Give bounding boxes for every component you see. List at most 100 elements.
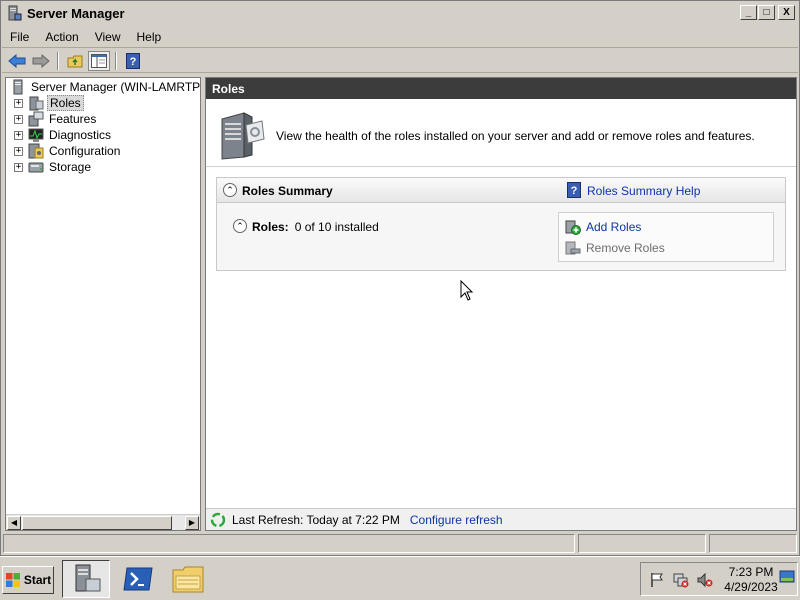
taskbar-explorer-button[interactable]: [164, 560, 212, 598]
status-cell-2: [578, 534, 706, 553]
menu-file[interactable]: File: [2, 30, 37, 44]
add-roles-icon: [565, 220, 581, 235]
add-roles-label: Add Roles: [586, 220, 642, 234]
taskbar: Start 7:23 PM 4/29/2023: [0, 556, 800, 600]
notification-area: 7:23 PM 4/29/2023: [640, 562, 798, 596]
server-icon: [13, 79, 23, 95]
storage-icon: [28, 162, 44, 173]
powershell-icon: [123, 567, 153, 591]
roles-summary-section: ⌃ Roles Summary ? Roles Summary Help ⌃ R…: [216, 177, 786, 271]
roles-count: 0 of 10 installed: [294, 220, 379, 234]
forward-arrow-icon: [32, 53, 50, 68]
console-tree[interactable]: Server Manager (WIN-LAMRTP9J7 + Roles + …: [5, 77, 201, 531]
last-refresh-text: Last Refresh: Today at 7:22 PM: [232, 512, 400, 527]
show-hide-tree-icon: [91, 53, 107, 68]
expand-roles-toggle[interactable]: +: [14, 98, 23, 108]
taskbar-server-manager-button[interactable]: [62, 560, 110, 598]
tree-item-configuration[interactable]: + Configuration: [14, 143, 122, 159]
tree-item-diagnostics[interactable]: + Diagnostics: [14, 127, 113, 143]
back-arrow-icon: [8, 53, 26, 68]
system-clock[interactable]: 7:23 PM 4/29/2023: [723, 565, 779, 595]
menu-action[interactable]: Action: [37, 30, 86, 44]
server-manager-taskbar-icon: [75, 564, 101, 592]
roles-intro: View the health of the roles installed o…: [206, 99, 796, 167]
clock-date: 4/29/2023: [724, 580, 778, 594]
expand-features-toggle[interactable]: +: [14, 114, 23, 124]
diagnostics-icon: [28, 128, 44, 142]
roles-summary-help-link[interactable]: Roles Summary Help: [587, 184, 700, 198]
roles-details-pane: Roles View the health of the roles insta…: [205, 77, 797, 531]
start-button[interactable]: Start: [2, 566, 54, 594]
roles-installed-status: Roles: 0 of 10 installed: [252, 220, 379, 234]
features-icon: [28, 111, 44, 127]
start-label: Start: [23, 573, 52, 587]
svg-text:?: ?: [571, 185, 578, 197]
close-button[interactable]: X: [778, 5, 795, 20]
configuration-icon: [28, 143, 44, 159]
refresh-status-bar: Last Refresh: Today at 7:22 PM Configure…: [206, 508, 796, 530]
collapse-roles-summary-button[interactable]: ⌃: [223, 183, 237, 197]
expand-storage-toggle[interactable]: +: [14, 162, 23, 172]
status-bar: [3, 534, 799, 553]
toolbar: ?: [2, 49, 798, 73]
collapse-roles-button[interactable]: ⌃: [233, 219, 247, 233]
show-desktop-icon[interactable]: [779, 569, 795, 585]
tree-horizontal-scrollbar[interactable]: ◀ ▶: [6, 514, 200, 530]
configure-refresh-link[interactable]: Configure refresh: [410, 513, 503, 527]
tree-item-features-label: Features: [49, 112, 97, 126]
minimize-button[interactable]: _: [740, 5, 757, 20]
content-header: Roles: [206, 78, 796, 99]
roles-summary-header[interactable]: ⌃ Roles Summary ? Roles Summary Help: [217, 178, 785, 203]
scroll-thumb[interactable]: [22, 516, 172, 530]
scroll-left-button[interactable]: ◀: [7, 516, 21, 530]
maximize-button[interactable]: □: [758, 5, 775, 20]
tree-item-diagnostics-label: Diagnostics: [49, 128, 112, 142]
volume-muted-icon[interactable]: [697, 572, 713, 588]
up-one-level-button[interactable]: [64, 51, 86, 71]
mouse-cursor-icon: [460, 280, 474, 301]
back-button[interactable]: [6, 51, 28, 71]
roles-label: Roles:: [252, 220, 289, 234]
taskbar-powershell-button[interactable]: [114, 560, 162, 598]
tree-root-label: Server Manager (WIN-LAMRTP9J7: [31, 80, 201, 94]
server-manager-app-icon: [8, 5, 22, 21]
status-cell-main: [3, 534, 575, 553]
expand-diagnostics-toggle[interactable]: +: [14, 130, 23, 140]
status-cell-3: [709, 534, 797, 553]
tree-root[interactable]: Server Manager (WIN-LAMRTP9J7: [10, 79, 201, 95]
remove-roles-label: Remove Roles: [586, 241, 665, 255]
action-center-flag-icon[interactable]: [649, 572, 665, 588]
roles-intro-text: View the health of the roles installed o…: [276, 129, 755, 143]
refresh-icon: [210, 512, 226, 527]
server-roles-large-icon: [221, 112, 265, 160]
network-disconnected-icon[interactable]: [673, 572, 689, 588]
menu-view[interactable]: View: [87, 30, 129, 44]
tree-item-configuration-label: Configuration: [49, 144, 121, 158]
menu-help[interactable]: Help: [129, 30, 170, 44]
tree-item-storage-label: Storage: [49, 160, 92, 174]
expand-configuration-toggle[interactable]: +: [14, 146, 23, 156]
windows-logo-icon: [5, 573, 20, 587]
svg-text:?: ?: [130, 56, 137, 68]
roles-actions-box: Add Roles Remove Roles: [558, 212, 774, 262]
window-title: Server Manager: [27, 5, 125, 21]
window-controls: _ □ X: [740, 5, 795, 20]
tree-item-storage[interactable]: + Storage: [14, 159, 93, 175]
file-explorer-icon: [172, 566, 204, 593]
clock-time: 7:23 PM: [728, 565, 774, 579]
title-bar[interactable]: Server Manager _ □ X: [2, 2, 798, 24]
help-button[interactable]: ?: [122, 51, 144, 71]
show-hide-console-tree-button[interactable]: [88, 50, 110, 71]
toolbar-separator: [57, 51, 59, 70]
help-icon: ?: [567, 182, 581, 198]
tree-item-roles[interactable]: + Roles: [14, 95, 84, 111]
scroll-right-button[interactable]: ▶: [185, 516, 199, 530]
forward-button[interactable]: [30, 51, 52, 71]
add-roles-link[interactable]: Add Roles: [565, 219, 641, 235]
tree-item-features[interactable]: + Features: [14, 111, 98, 127]
menu-bar: File Action View Help: [2, 26, 798, 48]
remove-roles-link[interactable]: Remove Roles: [565, 240, 665, 256]
up-folder-icon: [67, 55, 83, 67]
server-manager-window: Server Manager _ □ X File Action View He…: [0, 0, 800, 556]
remove-roles-icon: [565, 241, 581, 255]
